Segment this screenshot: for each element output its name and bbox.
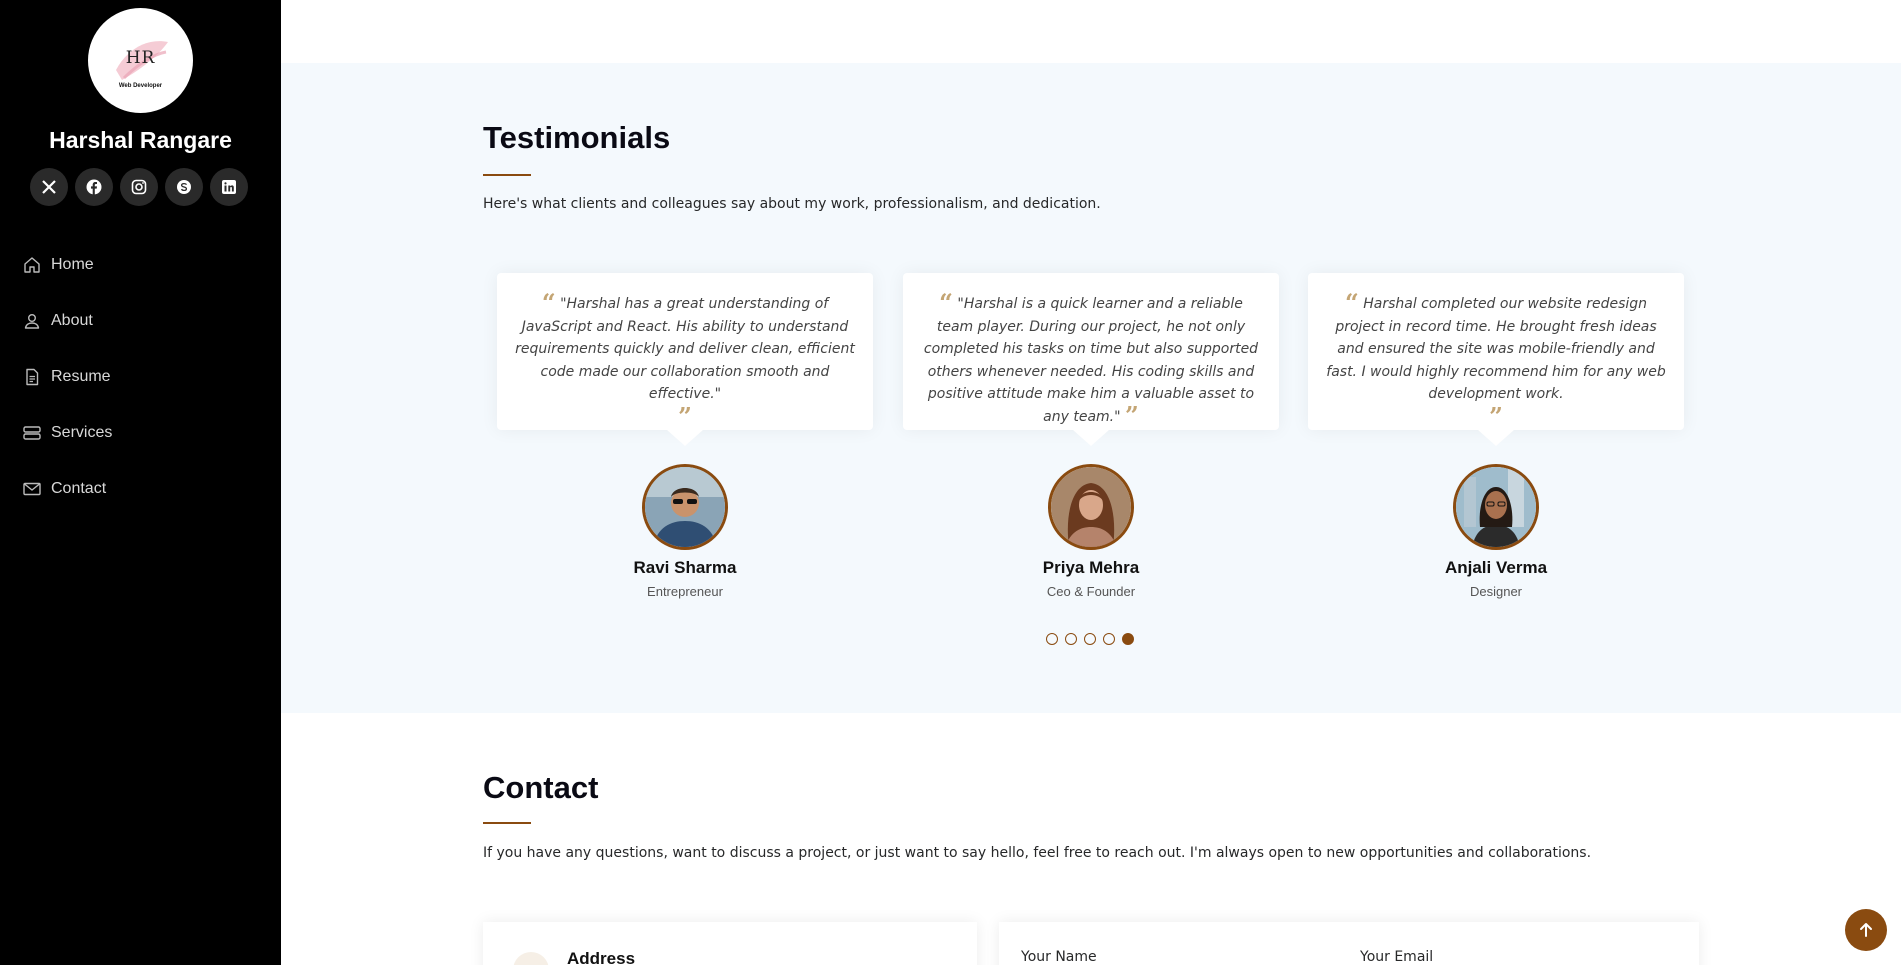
nav-item-home[interactable]: Home xyxy=(22,237,112,293)
person-photo-icon xyxy=(1456,467,1536,547)
testimonial-card: “ Harshal completed our website redesign… xyxy=(1308,273,1684,446)
title-underline xyxy=(483,174,531,176)
quote-right-icon: ” xyxy=(1489,401,1503,431)
nav-label-resume: Resume xyxy=(51,368,111,385)
avatar xyxy=(642,464,728,550)
facebook-link[interactable] xyxy=(75,168,113,206)
person-photo-icon xyxy=(645,467,725,547)
nav-label-contact: Contact xyxy=(51,480,107,497)
skype-link[interactable] xyxy=(165,168,203,206)
envelope-icon xyxy=(23,482,41,496)
testimonial-quote: “ "Harshal is a quick learner and a reli… xyxy=(923,288,1259,430)
author-role: Designer xyxy=(1469,584,1523,599)
instagram-link[interactable] xyxy=(120,168,158,206)
contact-form: Your Name Your Email xyxy=(999,922,1699,965)
house-icon xyxy=(24,257,40,273)
quote-left-icon: “ xyxy=(939,288,953,317)
profile-logo[interactable]: HR Web Developer xyxy=(88,8,193,113)
contact-description: If you have any questions, want to discu… xyxy=(483,845,1592,861)
testimonial-quote: “ Harshal completed our website redesign… xyxy=(1326,288,1666,403)
nav-item-contact[interactable]: Contact xyxy=(22,461,112,517)
quote-left-icon: “ xyxy=(1344,288,1359,317)
linkedin-link[interactable] xyxy=(210,168,248,206)
testimonials-section: Testimonials Here's what clients and col… xyxy=(281,63,1901,713)
nav-item-resume[interactable]: Resume xyxy=(22,349,112,405)
logo-subtitle: Web Developer xyxy=(118,83,163,89)
file-icon xyxy=(26,368,39,386)
pagination-dot[interactable] xyxy=(1084,633,1096,645)
person-photo-icon xyxy=(1051,467,1131,547)
title-underline xyxy=(483,822,531,824)
quote-right-icon: ” xyxy=(1125,400,1139,430)
author-name: Anjali Verma xyxy=(1444,558,1548,577)
author-name: Ravi Sharma xyxy=(633,558,737,577)
testimonial-card: “ "Harshal has a great understanding of … xyxy=(497,273,873,446)
instagram-icon xyxy=(131,179,147,195)
x-twitter-link[interactable] xyxy=(30,168,68,206)
name-field-label: Your Name xyxy=(1021,949,1097,965)
contact-title: Contact xyxy=(483,770,599,805)
author-role: Ceo & Founder xyxy=(1046,584,1136,599)
nav-label-about: About xyxy=(51,312,93,329)
address-card: Address xyxy=(483,922,977,965)
carousel-pagination xyxy=(1046,633,1134,645)
testimonial-card: “ "Harshal is a quick learner and a reli… xyxy=(903,273,1279,446)
avatar xyxy=(1453,464,1539,550)
testimonial-author: Priya Mehra Ceo & Founder xyxy=(903,464,1279,599)
testimonial-quote: “ "Harshal has a great understanding of … xyxy=(515,288,855,403)
nav-label-services: Services xyxy=(51,424,113,441)
nav-item-services[interactable]: Services xyxy=(22,405,112,461)
linkedin-icon xyxy=(222,180,236,194)
x-icon xyxy=(42,180,56,194)
nav-item-about[interactable]: About xyxy=(22,293,112,349)
avatar xyxy=(1048,464,1134,550)
address-title: Address xyxy=(567,949,636,965)
map-pin-icon xyxy=(513,952,549,965)
sidebar-nav: Home About Resume Services Contact xyxy=(22,237,112,517)
main-content: Testimonials Here's what clients and col… xyxy=(281,0,1901,965)
scroll-top-button[interactable] xyxy=(1845,909,1887,951)
testimonial-author: Ravi Sharma Entrepreneur xyxy=(497,464,873,599)
logo-text: HR xyxy=(125,48,156,68)
email-field-label: Your Email xyxy=(1360,949,1434,965)
pagination-dot-active[interactable] xyxy=(1122,633,1134,645)
testimonials-description: Here's what clients and colleagues say a… xyxy=(483,196,1101,212)
facebook-icon xyxy=(86,179,102,195)
arrow-up-icon xyxy=(1860,923,1872,937)
sidebar: HR Web Developer Harshal Rangare Home Ab… xyxy=(0,0,281,965)
server-icon xyxy=(23,426,41,440)
author-name: Priya Mehra xyxy=(1042,558,1140,577)
pagination-dot[interactable] xyxy=(1103,633,1115,645)
site-name[interactable]: Harshal Rangare xyxy=(0,127,281,154)
skype-icon xyxy=(177,180,191,194)
testimonial-author: Anjali Verma Designer xyxy=(1308,464,1684,599)
quote-right-icon: ” xyxy=(678,401,692,431)
social-links xyxy=(30,168,248,206)
author-role: Entrepreneur xyxy=(647,584,723,599)
nav-label-home: Home xyxy=(51,256,94,273)
person-icon xyxy=(24,314,40,329)
testimonials-title: Testimonials xyxy=(483,120,671,155)
quote-left-icon: “ xyxy=(541,288,556,317)
pagination-dot[interactable] xyxy=(1046,633,1058,645)
pagination-dot[interactable] xyxy=(1065,633,1077,645)
